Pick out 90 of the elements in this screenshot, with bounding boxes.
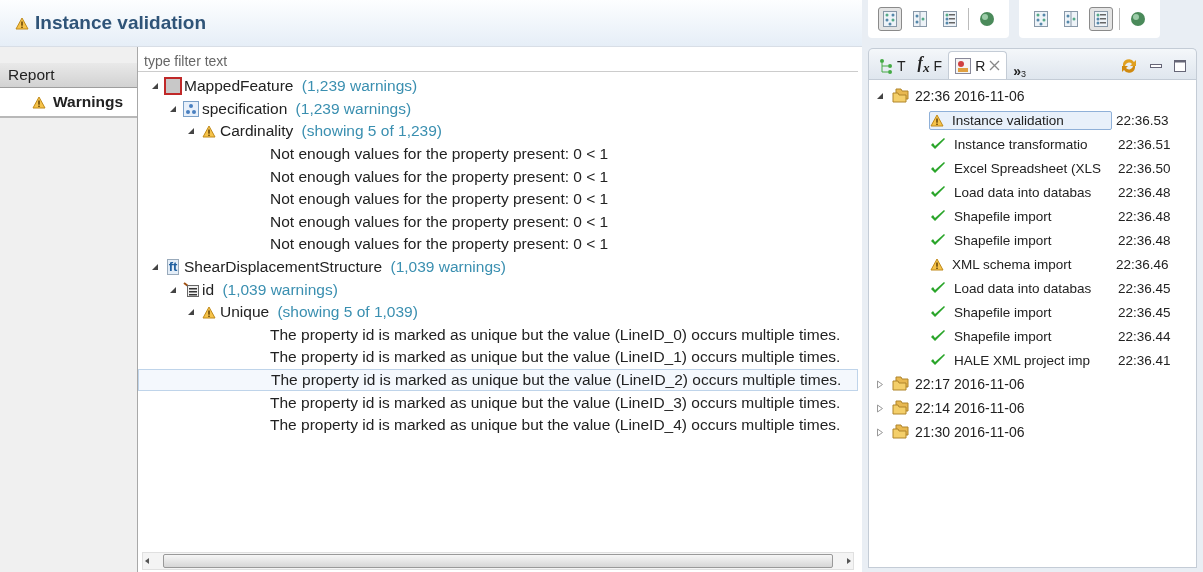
warning-icon [15,16,29,30]
expanded-arrow-icon[interactable] [169,285,177,294]
globe-icon [1130,11,1146,27]
report-time: 22:36.45 [1118,304,1171,320]
report-time: 22:36.44 [1118,328,1171,344]
scroll-left-icon [143,557,151,565]
report-item[interactable]: Load data into databas [929,278,1114,298]
folders-icon [892,422,910,439]
report-item[interactable]: HALE XML project imp [929,350,1114,370]
report-time: 22:36.41 [1118,352,1171,368]
report-time: 22:36.48 [1118,184,1171,200]
report-time: 22:36.53 [1116,112,1169,128]
message-row[interactable]: The property id is marked as unique but the value (LineID_2) occurs multiple times. [138,368,858,392]
expanded-arrow-icon[interactable] [187,127,195,136]
grid-icon [883,11,897,27]
scroll-right-icon [845,557,853,565]
tree-icon [879,57,893,74]
expanded-arrow-icon[interactable] [169,104,177,113]
message-row[interactable]: Not enough values for the property present: 0 < 1 [138,187,858,211]
message-row[interactable]: Not enough values for the property present: 0 < 1 [138,142,858,166]
warning-icon [32,95,46,109]
maximize-icon[interactable] [1174,59,1186,72]
sync-icon[interactable] [1120,56,1138,75]
view-tab[interactable]: f$_{x}$ F [911,52,949,79]
tree-item[interactable]: id (1,039 warnings) [202,280,338,299]
report-item[interactable]: Instance validation [929,110,1112,130]
report-icon [955,57,972,74]
report-time: 22:36.50 [1118,160,1171,176]
report-item[interactable]: Shapefile import [929,326,1114,346]
toolbar-button[interactable] [878,7,902,31]
function-icon: f$_{x}$ [917,54,930,77]
columns-icon [913,11,927,27]
message-row[interactable]: Not enough values for the property present: 0 < 1 [138,165,858,188]
tree-item[interactable]: Cardinality (showing 5 of 1,239) [220,122,442,141]
report-item[interactable]: XML schema import [929,254,1112,274]
list-icon [943,11,957,27]
report-item[interactable]: Shapefile import [929,206,1114,226]
report-item[interactable]: Shapefile import [929,302,1114,322]
folders-icon [892,374,910,391]
expanded-arrow-icon[interactable] [151,263,159,272]
more-tabs-button[interactable]: »$_{3}$ [1013,63,1027,79]
message-row[interactable]: The property id is marked as unique but the value (LineID_1) occurs multiple times. [138,346,858,369]
message-row[interactable]: Not enough values for the property present: 0 < 1 [138,210,858,234]
warning-icon [202,125,216,138]
tree-item[interactable]: specification (1,239 warnings) [202,99,412,118]
grid-icon [1034,11,1048,27]
view-tab[interactable]: T [873,52,912,79]
report-time: 22:36.45 [1118,280,1171,296]
report-time: 22:36.46 [1116,256,1169,272]
report-time: 22:36.51 [1118,136,1171,152]
report-group[interactable]: 22:36 2016-11-06 [915,88,1025,104]
collapsed-arrow-icon[interactable] [876,403,884,413]
list-icon [183,281,199,298]
message-row[interactable]: Not enough values for the property present: 0 < 1 [138,233,858,256]
list-icon [1094,11,1108,27]
report-item[interactable]: Excel Spreadsheet (XLS [929,158,1114,178]
tree-item[interactable]: MappedFeature (1,239 warnings) [184,77,418,96]
collapsed-arrow-icon[interactable] [876,427,884,437]
warning-icon [202,305,216,319]
folders-icon [892,398,910,415]
expanded-arrow-icon[interactable] [187,308,195,317]
report-group[interactable]: 22:14 2016-11-06 [915,400,1025,416]
section-header[interactable]: Report [0,63,137,88]
report-item[interactable]: Shapefile import [929,230,1114,250]
expanded-arrow-icon[interactable] [876,92,884,100]
feature-type-icon: ft [166,259,180,276]
message-row[interactable]: The property id is marked as unique but the value (LineID_3) occurs multiple times. [138,391,858,414]
expanded-arrow-icon[interactable] [151,82,159,91]
report-time: 22:36.48 [1118,208,1171,224]
globe-icon [979,11,995,27]
property-icon [183,100,199,117]
message-row[interactable]: The property id is marked as unique but the value (LineID_4) occurs multiple times. [138,413,858,437]
report-item[interactable]: Load data into databas [929,182,1114,202]
toolbar-button[interactable] [1089,7,1113,31]
tree-item[interactable]: ShearDisplacementStructure (1,039 warnings) [184,258,506,277]
type-icon [164,77,182,96]
view-tab[interactable]: R [948,51,1008,79]
message-row[interactable]: The property id is marked as unique but the value (LineID_0) occurs multiple times. [138,323,858,347]
report-item[interactable]: Instance transformatio [929,134,1114,154]
tree-item[interactable]: Unique (showing 5 of 1,039) [220,303,418,322]
report-group[interactable]: 21:30 2016-11-06 [915,424,1025,440]
sidebar-item[interactable]: Warnings [0,88,137,118]
folders-icon [892,86,910,103]
columns-icon [1064,11,1078,27]
collapsed-arrow-icon[interactable] [876,379,884,389]
close-icon[interactable] [989,60,1001,71]
report-time: 22:36.48 [1118,232,1171,248]
report-group[interactable]: 22:17 2016-11-06 [915,376,1025,392]
view-title: Instance validation [35,12,207,34]
horizontal-scrollbar[interactable] [142,552,854,570]
